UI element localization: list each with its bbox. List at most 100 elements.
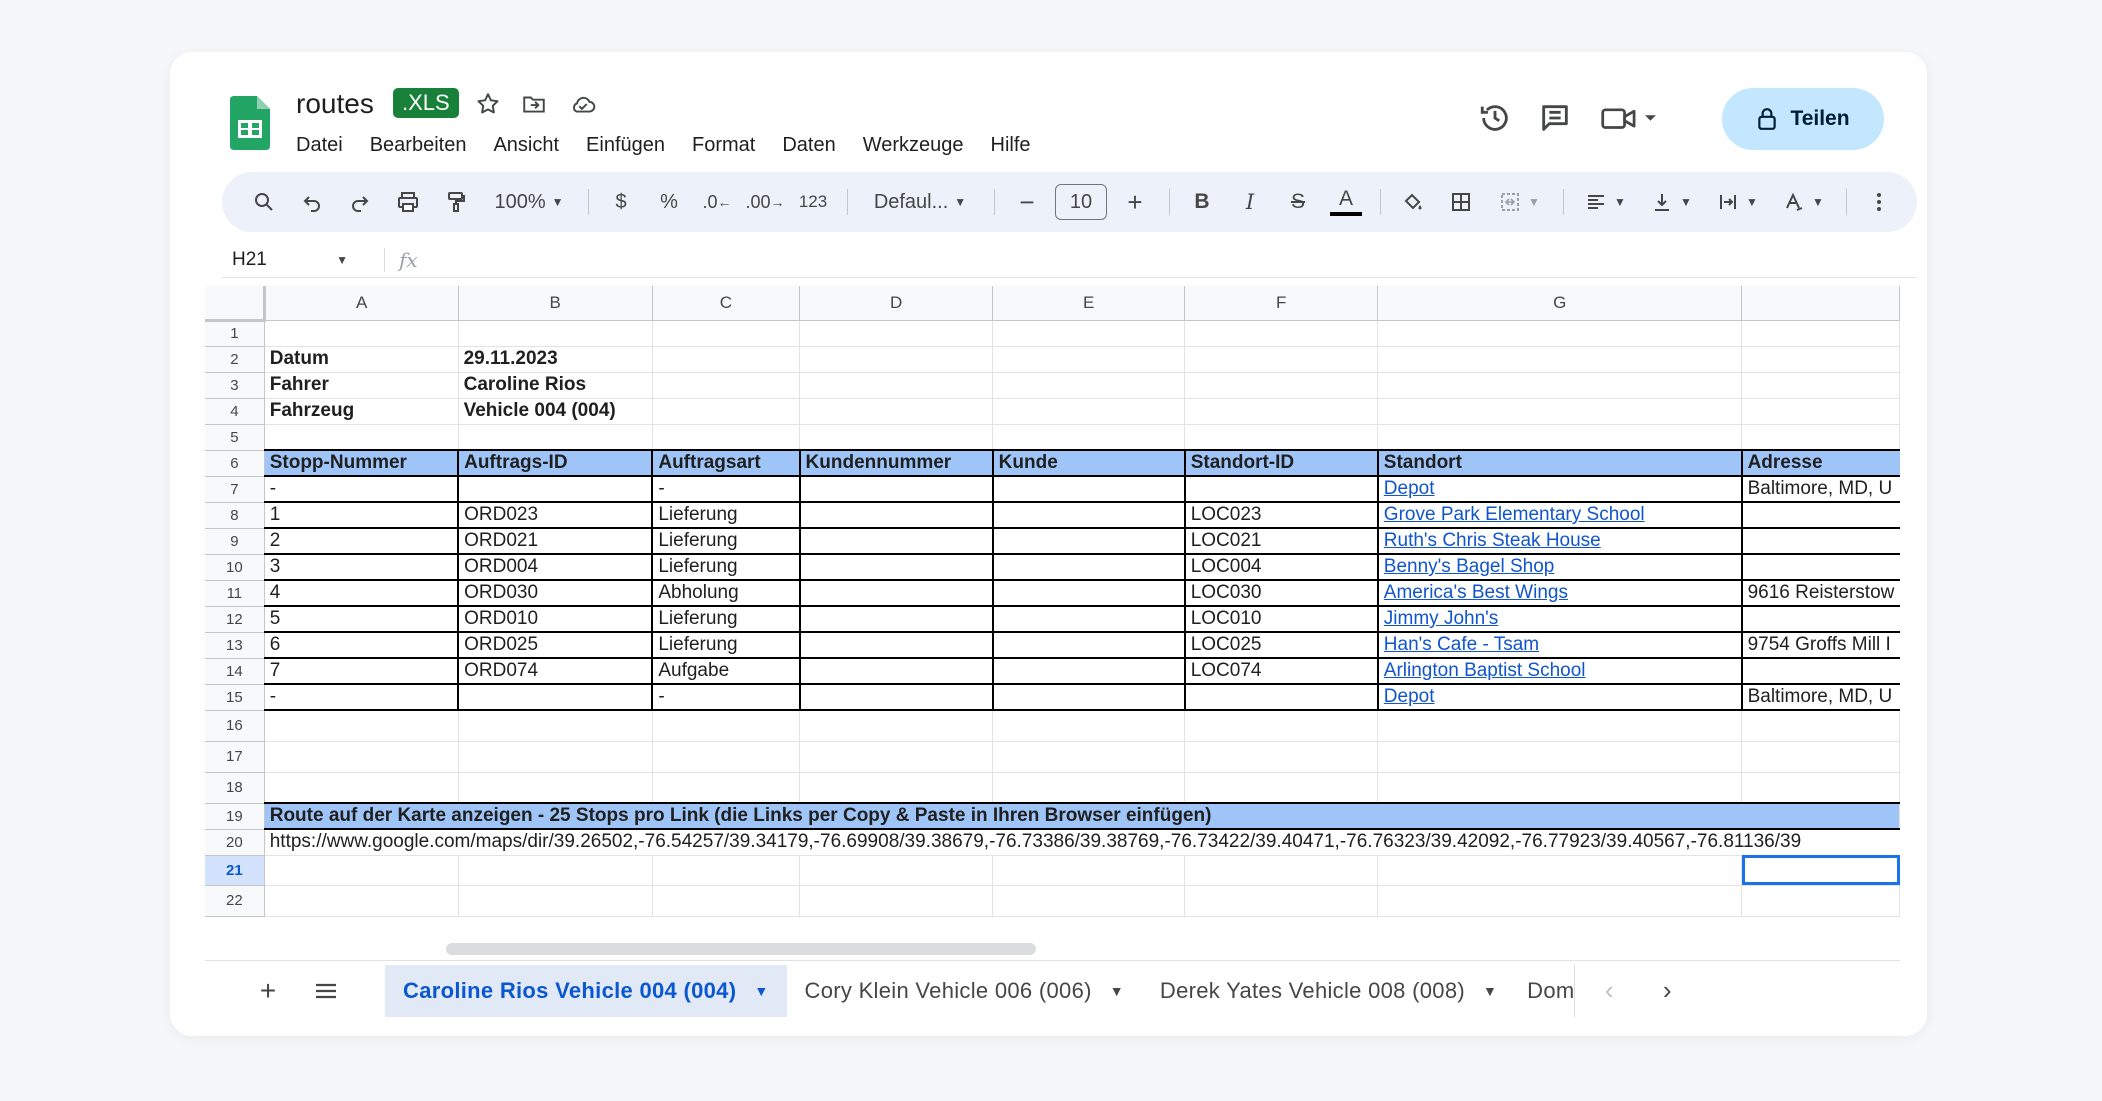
location-link[interactable]: Depot [1377,476,1743,503]
row-header[interactable]: 9 [205,528,265,555]
column-header-d[interactable]: D [799,286,994,321]
cell[interactable] [799,528,994,555]
cell[interactable] [992,772,1186,804]
location-link[interactable]: Ruth's Chris Steak House [1377,528,1743,555]
cell[interactable] [799,606,994,633]
add-sheet-icon[interactable]: + [245,968,291,1014]
cell[interactable] [264,741,459,773]
cell[interactable] [458,741,653,773]
paint-format-icon[interactable] [436,182,476,222]
column-header-c[interactable]: C [652,286,801,321]
bold-button[interactable]: B [1182,182,1222,222]
cell[interactable] [992,398,1186,425]
cell[interactable]: 6 [264,632,460,659]
cell[interactable] [264,710,459,742]
cell[interactable] [458,772,653,804]
selected-cell-h21[interactable] [1741,855,1900,886]
cell[interactable]: Baltimore, MD, U [1741,684,1900,711]
cell[interactable] [992,476,1186,503]
cell[interactable]: LOC010 [1184,606,1379,633]
row-header[interactable]: 7 [205,476,265,503]
cell[interactable] [799,424,994,451]
row-header[interactable]: 8 [205,502,265,529]
cell[interactable]: Aufgabe [652,658,801,685]
cell-value-fahrzeug[interactable]: Vehicle 004 (004) [458,398,653,425]
comments-icon[interactable] [1535,98,1575,138]
header-cell[interactable]: Kundennummer [799,449,994,477]
header-cell[interactable]: Standort [1377,449,1743,477]
cell[interactable]: 9616 Reisterstow [1741,580,1900,607]
cell[interactable]: Baltimore, MD, U [1741,476,1900,503]
column-header-a[interactable]: A [264,286,459,321]
text-color-button[interactable]: A [1326,182,1366,222]
currency-format-button[interactable]: $ [601,182,641,222]
cell[interactable] [799,372,994,399]
header-cell[interactable]: Stopp-Nummer [264,449,460,477]
cell-label-fahrer[interactable]: Fahrer [264,372,459,399]
column-header-b[interactable]: B [458,286,653,321]
cell[interactable] [1377,372,1743,399]
row-header[interactable]: 6 [205,450,265,477]
cell[interactable] [1741,502,1900,529]
menu-ansicht[interactable]: Ansicht [493,132,559,164]
select-all-corner[interactable] [205,286,266,322]
cell[interactable] [992,684,1186,711]
cell[interactable] [992,528,1186,555]
column-header-f[interactable]: F [1184,286,1379,321]
sheet-tab-truncated[interactable]: Domi [1515,964,1576,1017]
cell-label-fahrzeug[interactable]: Fahrzeug [264,398,459,425]
cell[interactable]: LOC074 [1184,658,1379,685]
share-button[interactable]: Teilen [1722,88,1884,150]
cell[interactable]: 3 [264,554,460,581]
cell[interactable] [1741,528,1900,555]
cell[interactable] [799,710,994,742]
meet-video-icon[interactable] [1595,98,1665,138]
cell[interactable] [652,372,801,399]
row-header[interactable]: 18 [205,772,265,804]
cell[interactable] [1377,398,1743,425]
cell[interactable]: 9754 Groffs Mill I [1741,632,1900,659]
cell[interactable] [992,554,1186,581]
cell[interactable] [1184,855,1379,886]
cell[interactable] [799,502,994,529]
cell[interactable] [799,580,994,607]
row-header[interactable]: 15 [205,684,265,711]
row-header[interactable]: 14 [205,658,265,685]
cell[interactable] [264,772,459,804]
document-title[interactable]: routes [296,88,374,120]
percent-format-button[interactable]: % [649,182,689,222]
row-header[interactable]: 19 [205,803,265,830]
cell[interactable] [1184,684,1379,711]
spreadsheet-grid[interactable]: A B C D E F G 1 2 Datum 29.11.2023 3 Fah… [205,286,1900,938]
row-header[interactable]: 12 [205,606,265,633]
cell[interactable] [1377,772,1743,804]
row-header[interactable]: 22 [205,885,265,917]
cell[interactable]: 7 [264,658,460,685]
cell[interactable] [1377,885,1743,917]
header-cell[interactable]: Standort-ID [1184,449,1379,477]
cell[interactable]: LOC021 [1184,528,1379,555]
cell[interactable] [652,772,801,804]
cell[interactable] [1741,710,1900,742]
header-cell[interactable]: Adresse [1741,449,1900,477]
cell[interactable]: - [652,684,801,711]
cell[interactable]: Lieferung [652,606,801,633]
cell[interactable] [1184,372,1379,399]
cell[interactable]: 1 [264,502,460,529]
cell[interactable] [1184,741,1379,773]
name-box[interactable]: H21 ▼ [222,249,362,271]
row-header[interactable]: 10 [205,554,265,581]
fill-color-icon[interactable] [1393,182,1433,222]
location-link[interactable]: Grove Park Elementary School [1377,502,1743,529]
row-header[interactable]: 3 [205,372,265,399]
search-icon[interactable] [244,182,284,222]
row-header-selected[interactable]: 21 [205,855,265,886]
cell[interactable] [1741,398,1900,425]
cell[interactable] [652,710,801,742]
move-folder-icon[interactable] [520,90,548,118]
cell[interactable]: 5 [264,606,460,633]
cell[interactable] [1184,710,1379,742]
borders-icon[interactable] [1441,182,1481,222]
menu-werkzeuge[interactable]: Werkzeuge [863,132,964,164]
cell[interactable] [458,710,653,742]
